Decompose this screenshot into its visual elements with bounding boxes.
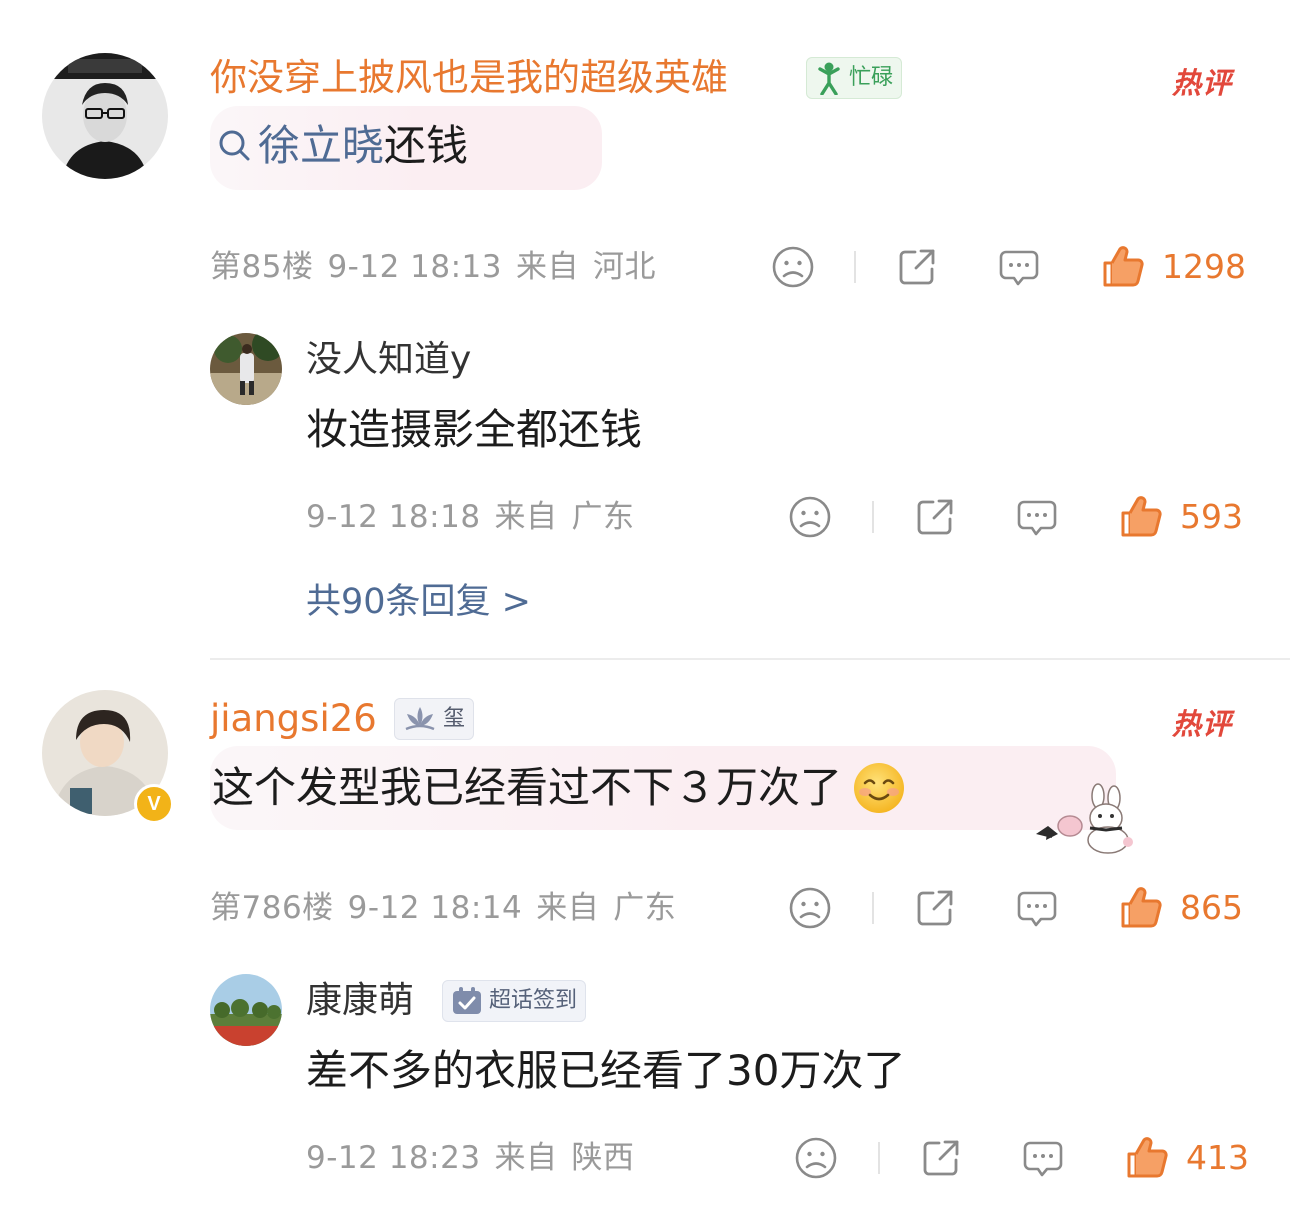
timestamp: 9-12 18:18 bbox=[306, 499, 481, 535]
timestamp: 9-12 18:14 bbox=[347, 890, 523, 926]
running-figure-icon bbox=[818, 62, 840, 95]
comment-body: 这个发型我已经看过不下３万次了 bbox=[212, 763, 843, 812]
like-button[interactable]: 593 bbox=[1118, 494, 1243, 540]
lotus-icon bbox=[405, 707, 435, 731]
badge-label: 忙碌 bbox=[849, 65, 894, 90]
comment-icon bbox=[1014, 885, 1060, 931]
user-badge[interactable]: 忙碌 bbox=[806, 57, 903, 99]
dislike-face-icon bbox=[787, 885, 833, 931]
comment-icon bbox=[1014, 494, 1060, 540]
thumbs-up-icon bbox=[1124, 1135, 1170, 1181]
timestamp: 9-12 18:23 bbox=[306, 1140, 481, 1176]
search-link[interactable]: 徐立晓 bbox=[258, 118, 384, 174]
like-count: 865 bbox=[1180, 888, 1243, 927]
hot-label: 热评 bbox=[1172, 66, 1233, 100]
separator bbox=[872, 892, 874, 924]
reply-meta: 9-12 18:23 来自 陕西 bbox=[306, 1138, 635, 1178]
dislike-button[interactable] bbox=[793, 1135, 839, 1181]
hot-comment-tag: 热评 bbox=[1172, 60, 1232, 102]
separator bbox=[872, 501, 874, 533]
search-icon bbox=[219, 130, 250, 161]
like-count: 1298 bbox=[1162, 247, 1246, 286]
comment-meta: 第786楼 9-12 18:14 来自 广东 bbox=[210, 888, 676, 928]
share-button[interactable] bbox=[912, 494, 958, 540]
user-badge[interactable]: 玺 bbox=[394, 698, 475, 740]
reply-avatar[interactable] bbox=[210, 333, 282, 405]
reply-username[interactable]: 康康萌 bbox=[306, 979, 414, 1023]
separator bbox=[854, 251, 856, 283]
reply-text: 差不多的衣服已经看了30万次了 bbox=[306, 1046, 906, 1095]
verified-badge: V bbox=[134, 784, 174, 824]
reply-meta: 9-12 18:18 来自 广东 bbox=[306, 497, 635, 537]
thumbs-up-icon bbox=[1118, 494, 1164, 540]
like-button[interactable]: 413 bbox=[1124, 1135, 1249, 1181]
share-icon bbox=[912, 885, 958, 931]
reply-username[interactable]: 没人知道y bbox=[306, 338, 471, 382]
comment-text: 这个发型我已经看过不下３万次了 bbox=[212, 760, 906, 816]
comment-body: 还钱 bbox=[384, 121, 469, 170]
location: 陕西 bbox=[571, 1140, 635, 1176]
dislike-face-icon bbox=[770, 244, 816, 290]
comment-icon bbox=[996, 244, 1042, 290]
comment-button[interactable] bbox=[1014, 885, 1060, 931]
location-prefix: 来自 bbox=[494, 1140, 558, 1176]
share-icon bbox=[912, 494, 958, 540]
floor-number: 第85楼 bbox=[210, 249, 314, 285]
dislike-button[interactable] bbox=[787, 494, 833, 540]
hot-comment-tag: 热评 bbox=[1172, 701, 1232, 743]
dislike-button[interactable] bbox=[770, 244, 816, 290]
share-icon bbox=[894, 244, 940, 290]
floor-number: 第786楼 bbox=[210, 890, 334, 926]
dislike-face-icon bbox=[793, 1135, 839, 1181]
thumbs-up-icon bbox=[1100, 244, 1146, 290]
share-icon bbox=[918, 1135, 964, 1181]
badge-label: 玺 bbox=[443, 706, 466, 731]
thumbs-up-icon bbox=[1118, 885, 1164, 931]
location: 广东 bbox=[613, 890, 677, 926]
reply-text: 妆造摄影全都还钱 bbox=[306, 405, 643, 454]
smile-emoji-icon bbox=[854, 763, 905, 813]
dislike-face-icon bbox=[787, 494, 833, 540]
comment-button[interactable] bbox=[1020, 1135, 1066, 1181]
verified-label: V bbox=[147, 792, 161, 815]
comment-divider bbox=[210, 658, 1290, 660]
username[interactable]: 你没穿上披风也是我的超级英雄 bbox=[210, 56, 728, 100]
location-prefix: 来自 bbox=[494, 499, 558, 535]
user-badge[interactable]: 超话签到 bbox=[442, 980, 587, 1022]
hot-label: 热评 bbox=[1172, 707, 1233, 741]
badge-label: 超话签到 bbox=[489, 988, 578, 1013]
comment-button[interactable] bbox=[996, 244, 1042, 290]
reply-avatar[interactable] bbox=[210, 974, 282, 1046]
location-prefix: 来自 bbox=[516, 249, 579, 285]
share-button[interactable] bbox=[912, 885, 958, 931]
like-button[interactable]: 865 bbox=[1118, 885, 1243, 931]
share-button[interactable] bbox=[894, 244, 940, 290]
location: 广东 bbox=[571, 499, 635, 535]
view-all-replies-link[interactable]: 共90条回复 > bbox=[306, 580, 531, 624]
separator bbox=[878, 1142, 880, 1174]
comment-text: 徐立晓 还钱 bbox=[216, 118, 468, 174]
comment-button[interactable] bbox=[1014, 494, 1060, 540]
avatar[interactable] bbox=[42, 53, 168, 179]
dislike-button[interactable] bbox=[787, 885, 833, 931]
comment-meta: 第85楼 9-12 18:13 来自 河北 bbox=[210, 247, 656, 287]
location-prefix: 来自 bbox=[536, 890, 600, 926]
calendar-check-icon bbox=[453, 987, 481, 1014]
like-count: 413 bbox=[1186, 1138, 1249, 1177]
like-button[interactable]: 1298 bbox=[1100, 244, 1246, 290]
comment-icon bbox=[1020, 1135, 1066, 1181]
timestamp: 9-12 18:13 bbox=[327, 249, 502, 285]
location: 河北 bbox=[593, 249, 656, 285]
like-count: 593 bbox=[1180, 497, 1243, 536]
bunny-sticker-icon bbox=[1036, 783, 1133, 854]
username[interactable]: jiangsi26 bbox=[210, 697, 377, 741]
share-button[interactable] bbox=[918, 1135, 964, 1181]
